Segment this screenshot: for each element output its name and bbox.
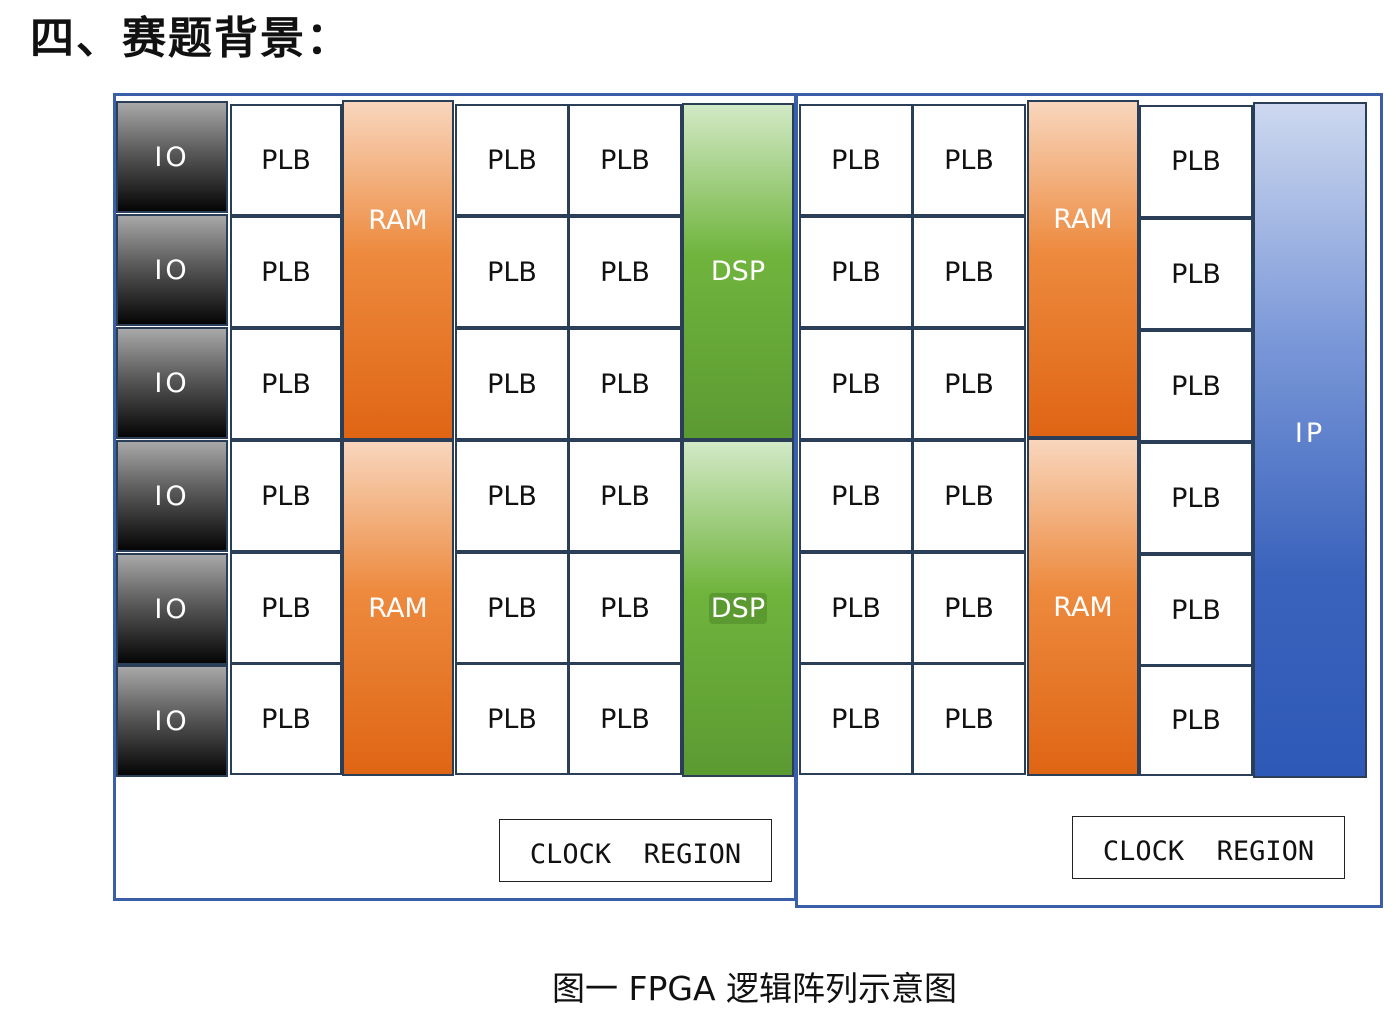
dsp-block: DSP <box>682 103 794 440</box>
plb-block: PLB <box>455 663 569 775</box>
plb-block: PLB <box>1139 665 1253 776</box>
plb-block: PLB <box>1139 330 1253 442</box>
plb-block: PLB <box>912 552 1026 664</box>
plb-block: PLB <box>230 552 342 664</box>
ram-block: RAM <box>342 100 454 440</box>
io-block: IO <box>116 101 228 213</box>
plb-block: PLB <box>1139 442 1253 554</box>
ram-block: RAM <box>1027 100 1139 438</box>
io-block: IO <box>116 327 228 439</box>
plb-block: PLB <box>455 216 569 328</box>
plb-block: PLB <box>455 552 569 664</box>
dsp-block: DSP <box>682 440 794 777</box>
io-block: IO <box>116 553 228 665</box>
plb-block: PLB <box>230 104 342 216</box>
io-block: IO <box>116 214 228 326</box>
plb-block: PLB <box>912 216 1026 328</box>
plb-block: PLB <box>1139 105 1253 218</box>
plb-block: PLB <box>568 328 682 440</box>
clock-region-label-left: CLOCK REGION <box>499 819 772 882</box>
plb-block: PLB <box>568 216 682 328</box>
ram-block: RAM <box>342 440 454 776</box>
plb-block: PLB <box>912 440 1026 552</box>
plb-block: PLB <box>912 663 1026 775</box>
plb-block: PLB <box>799 216 913 328</box>
plb-block: PLB <box>799 328 913 440</box>
plb-block: PLB <box>455 104 569 216</box>
plb-block: PLB <box>799 663 913 775</box>
plb-block: PLB <box>455 328 569 440</box>
plb-block: PLB <box>1139 218 1253 330</box>
plb-block: PLB <box>568 552 682 664</box>
plb-block: PLB <box>1139 554 1253 666</box>
io-block: IO <box>116 665 228 777</box>
plb-block: PLB <box>230 328 342 440</box>
plb-block: PLB <box>568 663 682 775</box>
plb-block: PLB <box>230 440 342 552</box>
ram-block: RAM <box>1027 438 1139 776</box>
plb-block: PLB <box>230 663 342 775</box>
figure-caption: 图一 FPGA 逻辑阵列示意图 <box>552 969 958 1008</box>
dsp-label: DSP <box>708 593 768 624</box>
clock-region-label-right: CLOCK REGION <box>1072 816 1345 879</box>
plb-block: PLB <box>455 440 569 552</box>
ip-block: IP <box>1253 102 1367 778</box>
plb-block: PLB <box>912 104 1026 216</box>
plb-block: PLB <box>912 328 1026 440</box>
plb-block: PLB <box>568 440 682 552</box>
plb-block: PLB <box>799 552 913 664</box>
plb-block: PLB <box>799 104 913 216</box>
section-heading: 四、赛题背景： <box>30 13 352 64</box>
plb-block: PLB <box>230 216 342 328</box>
plb-block: PLB <box>568 104 682 216</box>
io-block: IO <box>116 440 228 552</box>
plb-block: PLB <box>799 440 913 552</box>
